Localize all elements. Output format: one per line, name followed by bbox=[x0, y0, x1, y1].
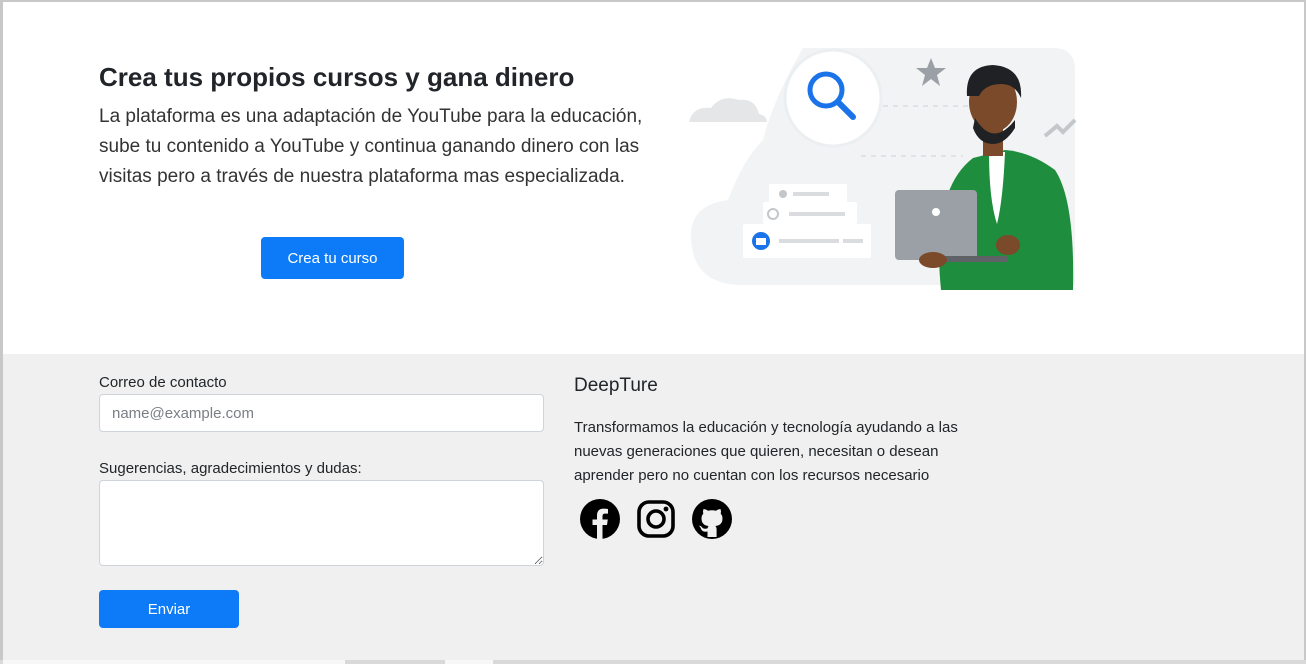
github-icon[interactable] bbox=[691, 498, 733, 540]
scrollbar-segment bbox=[445, 660, 493, 664]
hero-illustration bbox=[689, 48, 1077, 290]
facebook-icon[interactable] bbox=[579, 498, 621, 540]
search-bubble bbox=[783, 48, 883, 148]
email-label: Correo de contacto bbox=[99, 374, 227, 391]
hero-section: Crea tus propios cursos y gana dinero La… bbox=[3, 2, 1304, 354]
scrollbar-thumb[interactable] bbox=[3, 660, 345, 664]
message-label: Sugerencias, agradecimientos y dudas: bbox=[99, 460, 362, 477]
cloud-icon bbox=[689, 98, 767, 122]
footer-section: Correo de contacto Sugerencias, agradeci… bbox=[3, 354, 1304, 664]
instagram-icon[interactable] bbox=[635, 498, 677, 540]
email-input[interactable] bbox=[99, 394, 544, 432]
brand-name: DeepTure bbox=[574, 375, 658, 396]
hero-description: La plataforma es una adaptación de YouTu… bbox=[99, 106, 643, 187]
create-course-button[interactable]: Crea tu curso bbox=[261, 237, 404, 279]
submit-button[interactable]: Enviar bbox=[99, 590, 239, 628]
message-textarea[interactable] bbox=[99, 480, 544, 566]
hero-title: Crea tus propios cursos y gana dinero bbox=[99, 62, 575, 92]
about-text: Transformamos la educación y tecnología … bbox=[574, 419, 958, 484]
